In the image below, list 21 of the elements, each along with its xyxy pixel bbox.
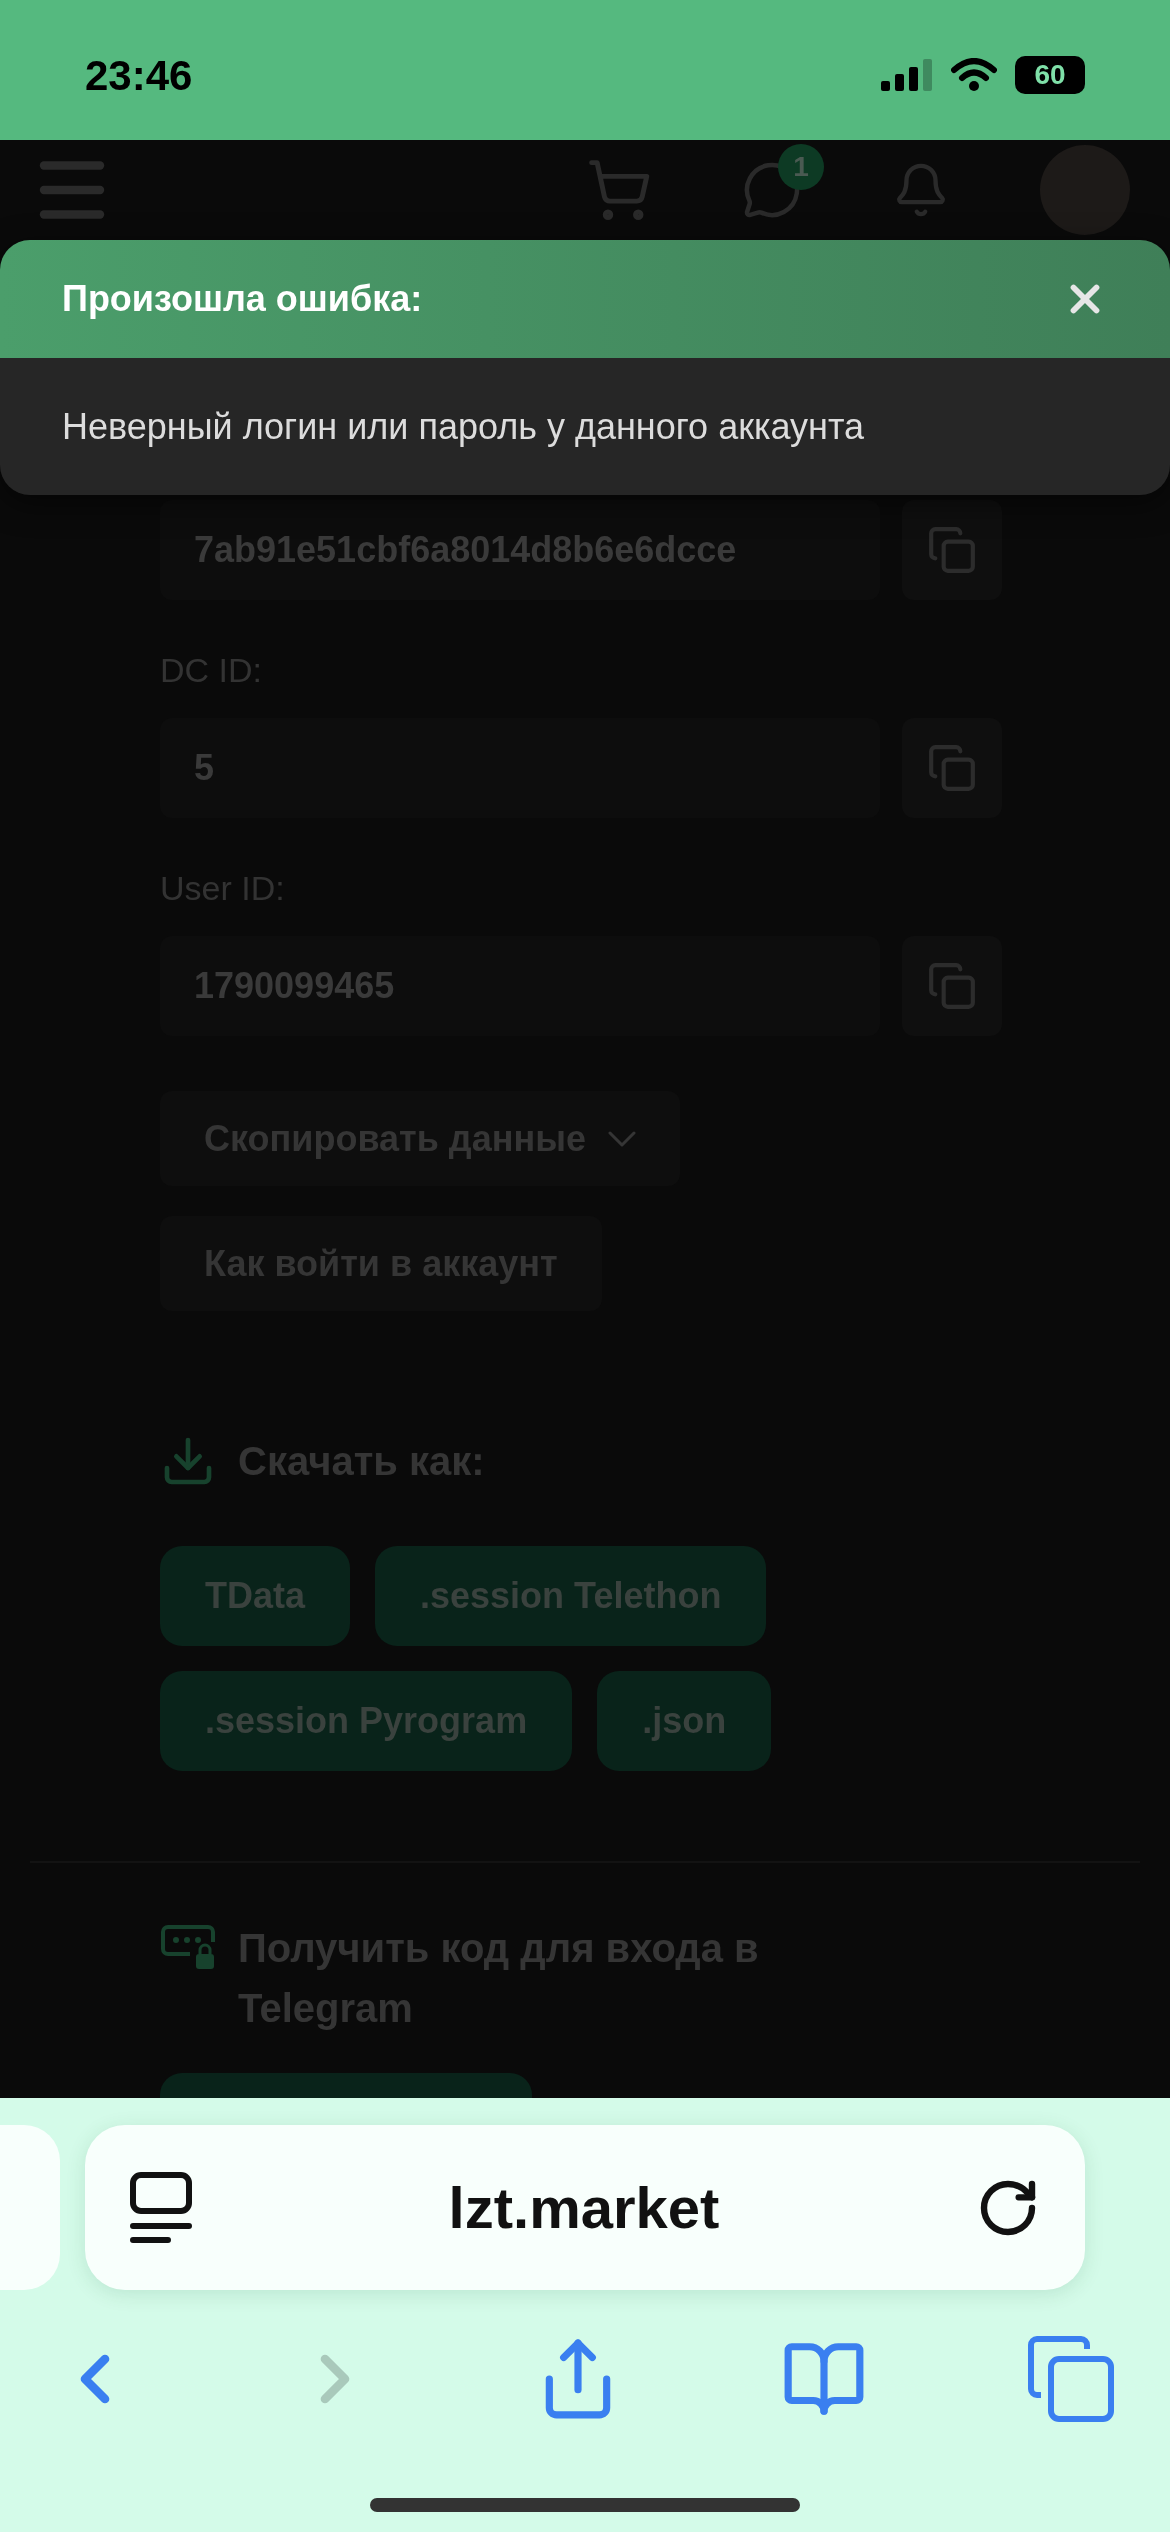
message-count-badge: 1 bbox=[778, 144, 824, 190]
battery-indicator: 60 bbox=[1015, 56, 1085, 94]
copy-icon bbox=[927, 525, 977, 575]
toast-title: Произошла ошибка: bbox=[62, 277, 423, 321]
address-bar[interactable]: lzt.market bbox=[85, 2125, 1085, 2290]
copy-button[interactable] bbox=[902, 718, 1002, 818]
toast-message: Неверный логин или пароль у данного аккаунта bbox=[62, 404, 865, 449]
status-time: 23:46 bbox=[85, 50, 193, 101]
copy-icon bbox=[927, 961, 977, 1011]
reader-icon[interactable] bbox=[130, 2171, 192, 2244]
copy-icon bbox=[927, 743, 977, 793]
keypad-lock-icon bbox=[160, 1924, 216, 1970]
wifi-icon bbox=[951, 58, 997, 92]
signal-icon bbox=[881, 59, 933, 91]
chevron-down-icon bbox=[607, 1130, 636, 1147]
copy-button[interactable] bbox=[902, 936, 1002, 1036]
copy-button[interactable] bbox=[902, 500, 1002, 600]
previous-tab-card[interactable] bbox=[0, 2125, 60, 2290]
tabs-icon[interactable] bbox=[1027, 2335, 1115, 2423]
url-text: lzt.market bbox=[447, 2174, 721, 2242]
cart-icon[interactable] bbox=[586, 157, 652, 223]
